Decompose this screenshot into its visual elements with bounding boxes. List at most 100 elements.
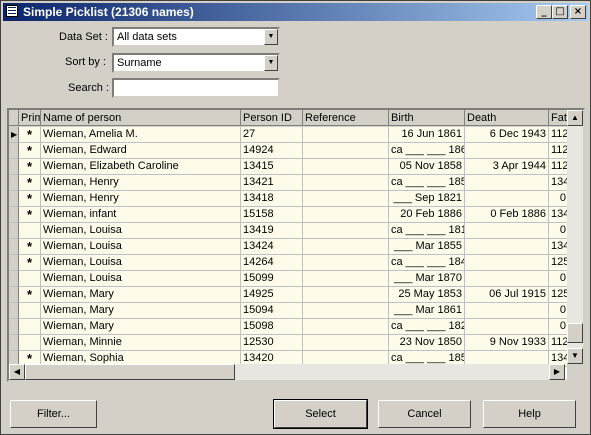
column-header-birth[interactable]: Birth <box>389 110 465 126</box>
cell-name[interactable]: Wieman, Mary <box>41 319 241 335</box>
cell-birth[interactable]: ca ___ ___ 1846 <box>389 255 465 271</box>
scroll-down-icon[interactable]: ▼ <box>567 348 583 364</box>
hscroll-thumb[interactable] <box>25 364 235 380</box>
cell-name[interactable]: Wieman, Louisa <box>41 223 241 239</box>
cell-person-id[interactable]: 13419 <box>241 223 303 239</box>
filter-button[interactable]: Filter... <box>10 400 97 428</box>
cell-death[interactable]: 3 Apr 1944 <box>465 159 549 175</box>
cell-reference[interactable] <box>303 207 389 223</box>
row-selector[interactable] <box>9 143 19 159</box>
cell-prim[interactable] <box>19 223 41 239</box>
chevron-down-icon[interactable]: ▼ <box>264 29 278 45</box>
table-row[interactable]: * Wieman, Henry 13418 ___ Sep 1821 0 <box>9 191 569 207</box>
cell-birth[interactable]: ___ Mar 1870 <box>389 271 465 287</box>
table-row[interactable]: Wieman, Louisa 15099 ___ Mar 1870 0 <box>9 271 569 287</box>
cell-father-id[interactable]: 13418 <box>549 175 569 191</box>
cell-prim[interactable]: * <box>19 239 41 255</box>
cell-name[interactable]: Wieman, Minnie <box>41 335 241 351</box>
column-header-person-id[interactable]: Person ID <box>241 110 303 126</box>
cell-death[interactable] <box>465 303 549 319</box>
cell-person-id[interactable]: 13424 <box>241 239 303 255</box>
cell-birth[interactable]: ca ___ ___ 1824 <box>389 319 465 335</box>
cell-prim[interactable]: * <box>19 143 41 159</box>
cell-reference[interactable] <box>303 143 389 159</box>
cell-name[interactable]: Wieman, Henry <box>41 191 241 207</box>
row-selector[interactable] <box>9 239 19 255</box>
cell-prim[interactable]: * <box>19 207 41 223</box>
row-selector[interactable] <box>9 271 19 287</box>
table-row[interactable]: Wieman, Mary 15098 ca ___ ___ 1824 0 <box>9 319 569 335</box>
cell-name[interactable]: Wieman, Amelia M. <box>41 127 241 143</box>
cell-name[interactable]: Wieman, infant <box>41 207 241 223</box>
table-row[interactable]: *Wieman, Henry13421 ca ___ ___ 1853 13418 <box>9 175 569 191</box>
cell-name[interactable]: Wieman, Louisa <box>41 255 241 271</box>
cell-person-id[interactable]: 27 <box>241 127 303 143</box>
cell-death[interactable]: 6 Dec 1943 <box>465 127 549 143</box>
cell-prim[interactable]: * <box>19 287 41 303</box>
cell-birth[interactable]: ca ___ ___ 1818 <box>389 223 465 239</box>
cell-reference[interactable] <box>303 223 389 239</box>
table-row[interactable]: * Wieman, infant 15158 20 Feb 1886 0 Feb 188… <box>9 207 569 223</box>
cell-death[interactable]: 9 Nov 1933 <box>465 335 549 351</box>
cell-reference[interactable] <box>303 287 389 303</box>
scroll-left-icon[interactable]: ◀ <box>9 364 25 380</box>
table-row[interactable]: *Wieman, Edward14924 ca ___ ___ 1866 11265 <box>9 143 569 159</box>
cell-prim[interactable]: * <box>19 175 41 191</box>
cell-reference[interactable] <box>303 191 389 207</box>
table-row[interactable]: Wieman, Mary 15094 ___ Mar 1861 0 <box>9 303 569 319</box>
cell-prim[interactable]: * <box>19 191 41 207</box>
cell-reference[interactable] <box>303 239 389 255</box>
column-header-reference[interactable]: Reference <box>303 110 389 126</box>
row-selector[interactable] <box>9 319 19 335</box>
cell-person-id[interactable]: 14924 <box>241 143 303 159</box>
cell-prim[interactable] <box>19 335 41 351</box>
cell-prim[interactable] <box>19 319 41 335</box>
select-button[interactable]: Select <box>273 399 368 429</box>
table-row[interactable]: *Wieman, Louisa14264 ca ___ ___ 1846 12524 <box>9 255 569 271</box>
title-bar[interactable]: Simple Picklist (21306 names) _ □ × <box>3 3 588 21</box>
cell-person-id[interactable]: 13415 <box>241 159 303 175</box>
cell-reference[interactable] <box>303 319 389 335</box>
cell-father-id[interactable]: 12524 <box>549 255 569 271</box>
scroll-thumb[interactable] <box>567 323 583 343</box>
cell-father-id[interactable]: 11265 <box>549 335 569 351</box>
row-selector[interactable] <box>9 255 19 271</box>
cell-death[interactable] <box>465 239 549 255</box>
search-input[interactable] <box>112 78 280 98</box>
minimize-button[interactable]: _ <box>536 5 552 19</box>
cell-name[interactable]: Wieman, Edward <box>41 143 241 159</box>
cell-name[interactable]: Wieman, Elizabeth Caroline <box>41 159 241 175</box>
cell-father-id[interactable]: 11265 <box>549 143 569 159</box>
cell-person-id[interactable]: 13418 <box>241 191 303 207</box>
cell-birth[interactable]: ca ___ ___ 1866 <box>389 143 465 159</box>
cell-person-id[interactable]: 15098 <box>241 319 303 335</box>
table-row[interactable]: Wieman, Minnie 12530 23 Nov 1850 9 Nov 1933… <box>9 335 569 351</box>
cell-name[interactable]: Wieman, Mary <box>41 287 241 303</box>
cell-person-id[interactable]: 15099 <box>241 271 303 287</box>
cell-name[interactable]: Wieman, Mary <box>41 303 241 319</box>
horizontal-scrollbar[interactable]: ◀ ▶ <box>9 364 565 380</box>
cell-name[interactable]: Wieman, Henry <box>41 175 241 191</box>
row-selector[interactable] <box>9 335 19 351</box>
cell-reference[interactable] <box>303 127 389 143</box>
row-selector[interactable] <box>9 175 19 191</box>
table-row[interactable]: * Wieman, Mary 14925 25 May 1853 06 Jul 1915… <box>9 287 569 303</box>
cancel-button[interactable]: Cancel <box>378 400 471 428</box>
row-selector[interactable] <box>9 303 19 319</box>
cell-death[interactable] <box>465 223 549 239</box>
cell-birth[interactable]: 23 Nov 1850 <box>389 335 465 351</box>
cell-death[interactable] <box>465 319 549 335</box>
cell-reference[interactable] <box>303 271 389 287</box>
cell-birth[interactable]: 05 Nov 1858 <box>389 159 465 175</box>
cell-father-id[interactable]: 0 <box>549 271 569 287</box>
close-button[interactable]: × <box>570 5 586 19</box>
vertical-scrollbar[interactable]: ▲ ▼ <box>567 110 583 364</box>
sortby-select[interactable]: Surname ▼ <box>112 53 280 73</box>
table-row[interactable]: *Wieman, Louisa13424 ___ Mar 1855 13418 <box>9 239 569 255</box>
maximize-button[interactable]: □ <box>552 5 568 19</box>
cell-reference[interactable] <box>303 175 389 191</box>
cell-person-id[interactable]: 12530 <box>241 335 303 351</box>
cell-death[interactable]: 0 Feb 1886 <box>465 207 549 223</box>
help-button[interactable]: Help <box>483 400 576 428</box>
cell-birth[interactable]: ___ Mar 1855 <box>389 239 465 255</box>
